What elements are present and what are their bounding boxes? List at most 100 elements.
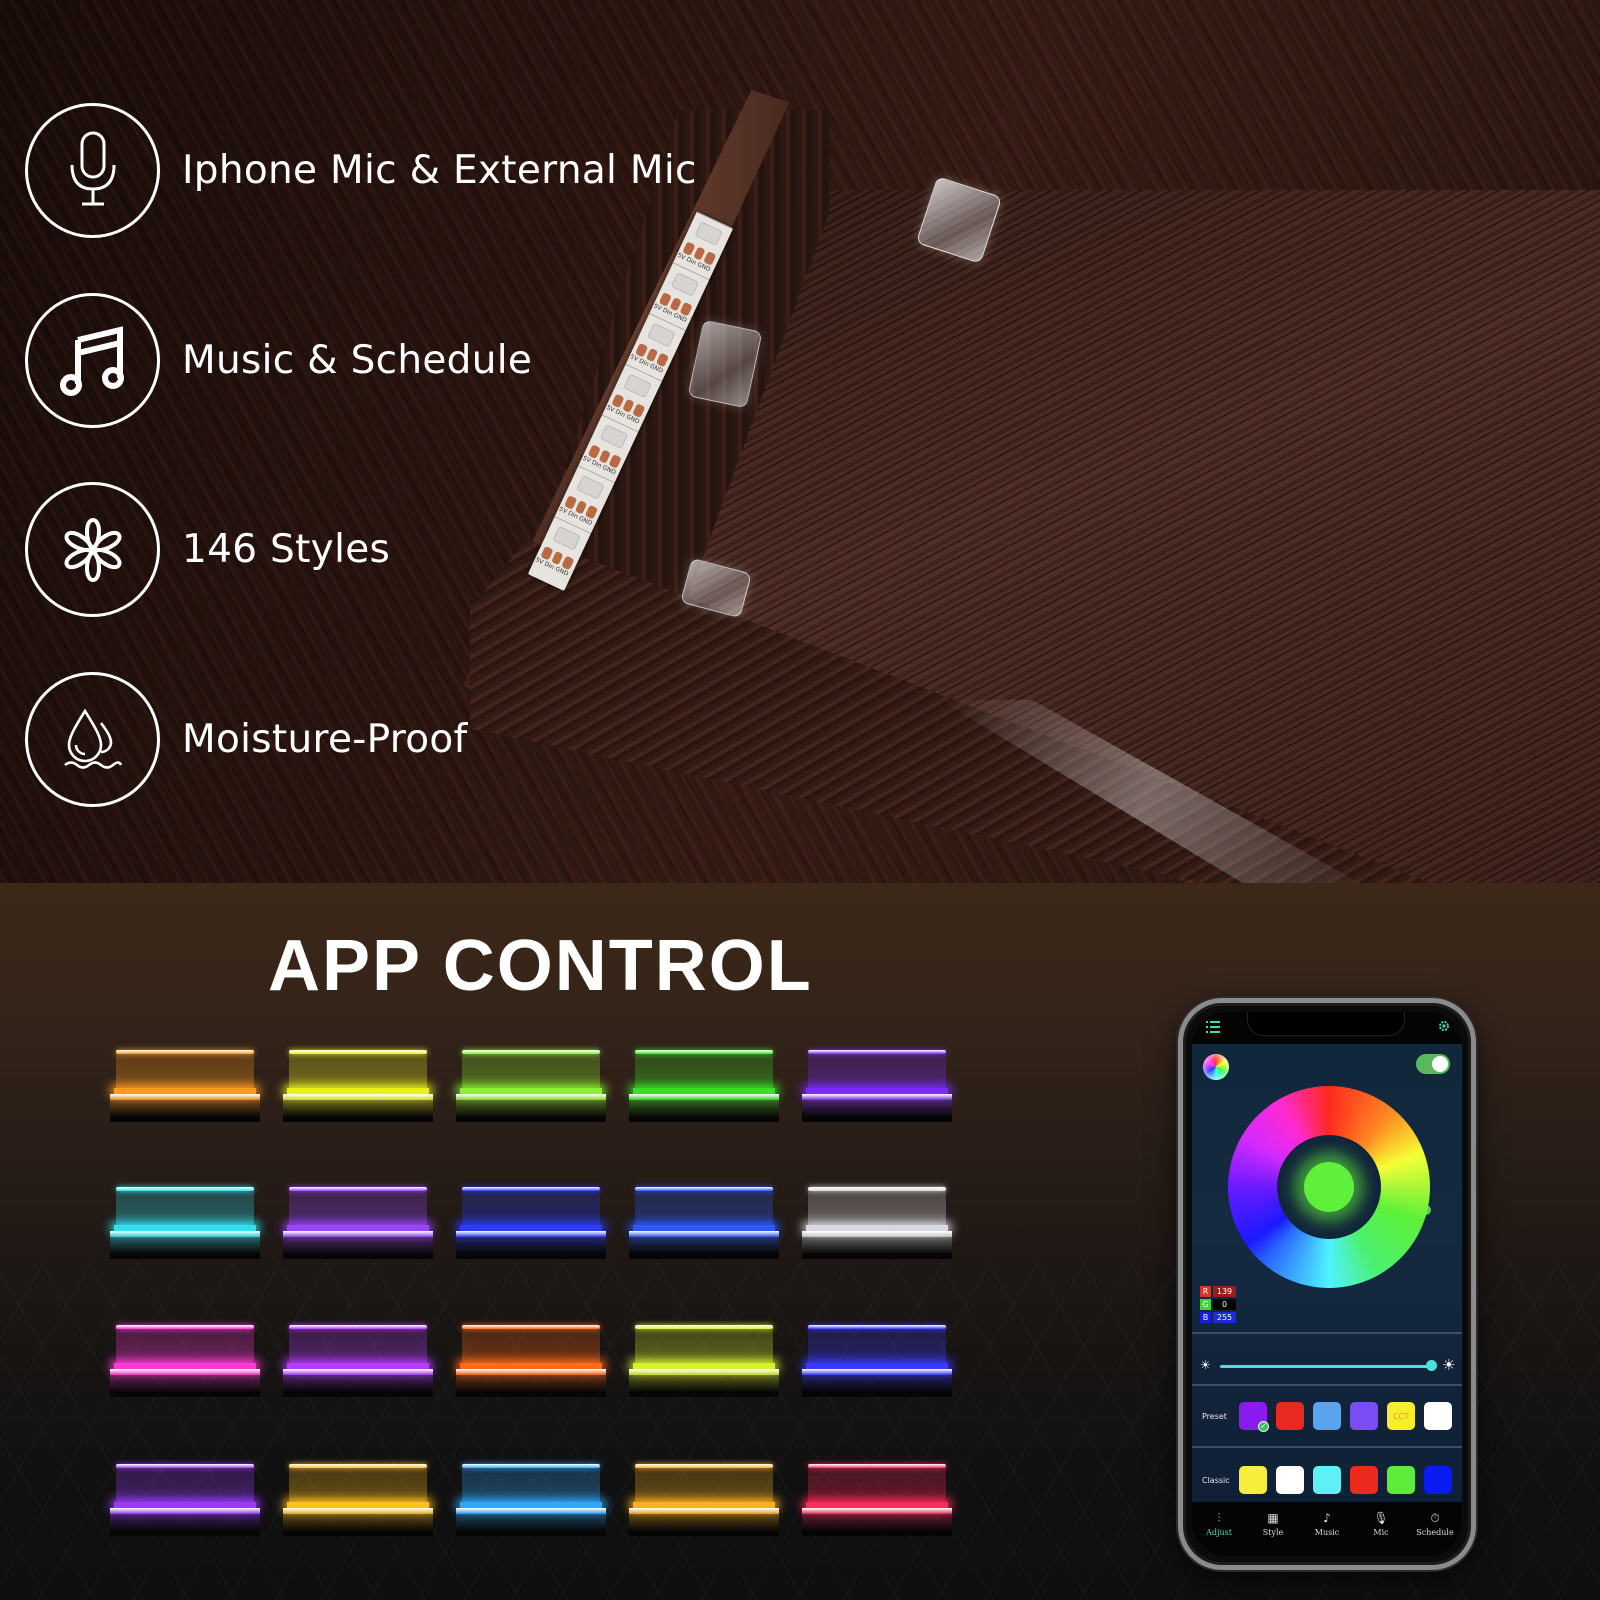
feature-music: Music & Schedule xyxy=(25,293,532,428)
feature-label: 146 Styles xyxy=(182,527,391,572)
shelf-base xyxy=(456,1514,606,1536)
divider xyxy=(1192,1446,1462,1448)
channel-value: 255 xyxy=(1213,1312,1236,1323)
lit-shelf xyxy=(456,1325,606,1397)
preset-color-swatch[interactable]: ✓ xyxy=(1239,1402,1269,1432)
led-chip xyxy=(576,475,605,500)
selected-check-icon: ✓ xyxy=(1258,1421,1269,1432)
rgb-channel-g: G0 xyxy=(1200,1299,1236,1310)
lit-shelf xyxy=(629,1325,779,1397)
brightness-high-icon: ☀ xyxy=(1442,1356,1456,1374)
classic-color-swatch[interactable] xyxy=(1239,1466,1267,1494)
feature-styles: 146 Styles xyxy=(25,482,390,617)
bottom-tab-bar: ⫶ Adjust ▦ Style ♪ Music 🎙 Mic ⏱ Schedule xyxy=(1192,1502,1462,1556)
channel-key: B xyxy=(1200,1312,1211,1323)
tab-music[interactable]: ♪ Music xyxy=(1300,1502,1354,1556)
product-photo: 5V Din GND 5V Din GND 5V Din GND 5V Din GND… xyxy=(0,0,1600,883)
shelf-top-edge xyxy=(289,1187,427,1191)
phone-notch xyxy=(1247,1012,1405,1036)
channel-value: 139 xyxy=(1213,1286,1236,1297)
shelf-base xyxy=(110,1375,260,1397)
preset-color-swatch[interactable] xyxy=(1424,1402,1452,1430)
led-chip xyxy=(694,221,723,246)
music-note-icon xyxy=(59,325,124,396)
preset-color-swatch[interactable] xyxy=(1350,1402,1378,1430)
tab-label: Adjust xyxy=(1206,1528,1232,1537)
shelf-base xyxy=(802,1514,952,1536)
led-chip xyxy=(599,424,629,449)
lit-shelf xyxy=(110,1464,260,1536)
tab-adjust[interactable]: ⫶ Adjust xyxy=(1192,1502,1246,1556)
lit-shelf xyxy=(802,1464,952,1536)
shelf-base xyxy=(456,1100,606,1122)
phone-mockup: R 139 G 0 B 255 ☀ ☀ Preset ✓ CCT Classic ⫶ Adju… xyxy=(1178,998,1476,1570)
classic-color-swatch[interactable] xyxy=(1313,1466,1341,1494)
shelf-top-edge xyxy=(462,1464,600,1468)
lit-shelf xyxy=(110,1187,260,1259)
microphone-icon xyxy=(70,131,115,205)
lit-shelf xyxy=(110,1325,260,1397)
lit-shelf xyxy=(629,1050,779,1122)
shelf-base xyxy=(110,1514,260,1536)
channel-key: R xyxy=(1200,1286,1211,1297)
lit-shelf xyxy=(110,1050,260,1122)
grid-icon: ▦ xyxy=(1267,1511,1279,1525)
shelf-base xyxy=(629,1375,779,1397)
shelf-top-edge xyxy=(462,1187,600,1191)
classic-color-swatch[interactable] xyxy=(1350,1466,1378,1494)
brightness-slider-thumb[interactable] xyxy=(1426,1360,1437,1371)
preset-color-swatch[interactable] xyxy=(1313,1402,1341,1430)
tab-schedule[interactable]: ⏱ Schedule xyxy=(1408,1502,1462,1556)
shelf-top-edge xyxy=(289,1050,427,1054)
tab-label: Music xyxy=(1314,1528,1340,1537)
app-control-title: APP CONTROL xyxy=(268,926,813,1006)
selected-color-preview xyxy=(1304,1162,1354,1212)
shelf-base xyxy=(283,1100,433,1122)
tab-mic[interactable]: 🎙 Mic xyxy=(1354,1502,1408,1556)
tab-style[interactable]: ▦ Style xyxy=(1246,1502,1300,1556)
divider xyxy=(1192,1332,1462,1334)
brightness-slider[interactable] xyxy=(1220,1365,1432,1368)
lit-shelf xyxy=(283,1464,433,1536)
shelf-top-edge xyxy=(116,1464,254,1468)
lit-shelf xyxy=(802,1325,952,1397)
classic-color-swatch[interactable] xyxy=(1424,1466,1452,1494)
rgb-channel-b: B 255 xyxy=(1200,1312,1236,1323)
classic-color-swatch[interactable] xyxy=(1387,1466,1415,1494)
timer-icon: ⏱ xyxy=(1430,1510,1440,1525)
tab-label: Style xyxy=(1262,1528,1284,1537)
lit-shelf xyxy=(629,1187,779,1259)
feature-icon-circle xyxy=(25,293,160,428)
classic-color-swatch[interactable] xyxy=(1276,1466,1304,1494)
rgb-channel-r: R 139 xyxy=(1200,1286,1236,1297)
lit-shelf xyxy=(456,1050,606,1122)
shelf-base xyxy=(283,1237,433,1259)
preset-color-swatch[interactable] xyxy=(1276,1402,1304,1430)
menu-list-icon[interactable] xyxy=(1206,1021,1220,1033)
shelf-base xyxy=(456,1237,606,1259)
divider xyxy=(1192,1384,1462,1386)
gear-icon[interactable] xyxy=(1438,1020,1450,1032)
shelf-top-edge xyxy=(116,1187,254,1191)
feature-icon-circle xyxy=(25,672,160,807)
flower-styles-icon xyxy=(64,517,121,582)
shelf-top-edge xyxy=(462,1325,600,1329)
shelf-top-edge xyxy=(116,1050,254,1054)
shelf-base xyxy=(629,1237,779,1259)
sliders-icon: ⫶ xyxy=(1217,1510,1221,1525)
shelf-base xyxy=(456,1375,606,1397)
feature-moisture: Moisture-Proof xyxy=(25,672,468,807)
shelf-base xyxy=(629,1514,779,1536)
shelf-top-edge xyxy=(635,1325,773,1329)
shelf-top-edge xyxy=(289,1325,427,1329)
music-icon: ♪ xyxy=(1323,1511,1331,1525)
shelf-top-edge xyxy=(635,1464,773,1468)
tab-label: Mic xyxy=(1373,1528,1389,1537)
preset-color-swatch[interactable]: CCT xyxy=(1387,1402,1415,1430)
shelf-top-edge xyxy=(808,1050,946,1054)
lit-shelf xyxy=(456,1464,606,1536)
lit-shelf xyxy=(283,1325,433,1397)
lit-shelf xyxy=(802,1187,952,1259)
lit-shelf xyxy=(802,1050,952,1122)
feature-icon-circle xyxy=(25,103,160,238)
